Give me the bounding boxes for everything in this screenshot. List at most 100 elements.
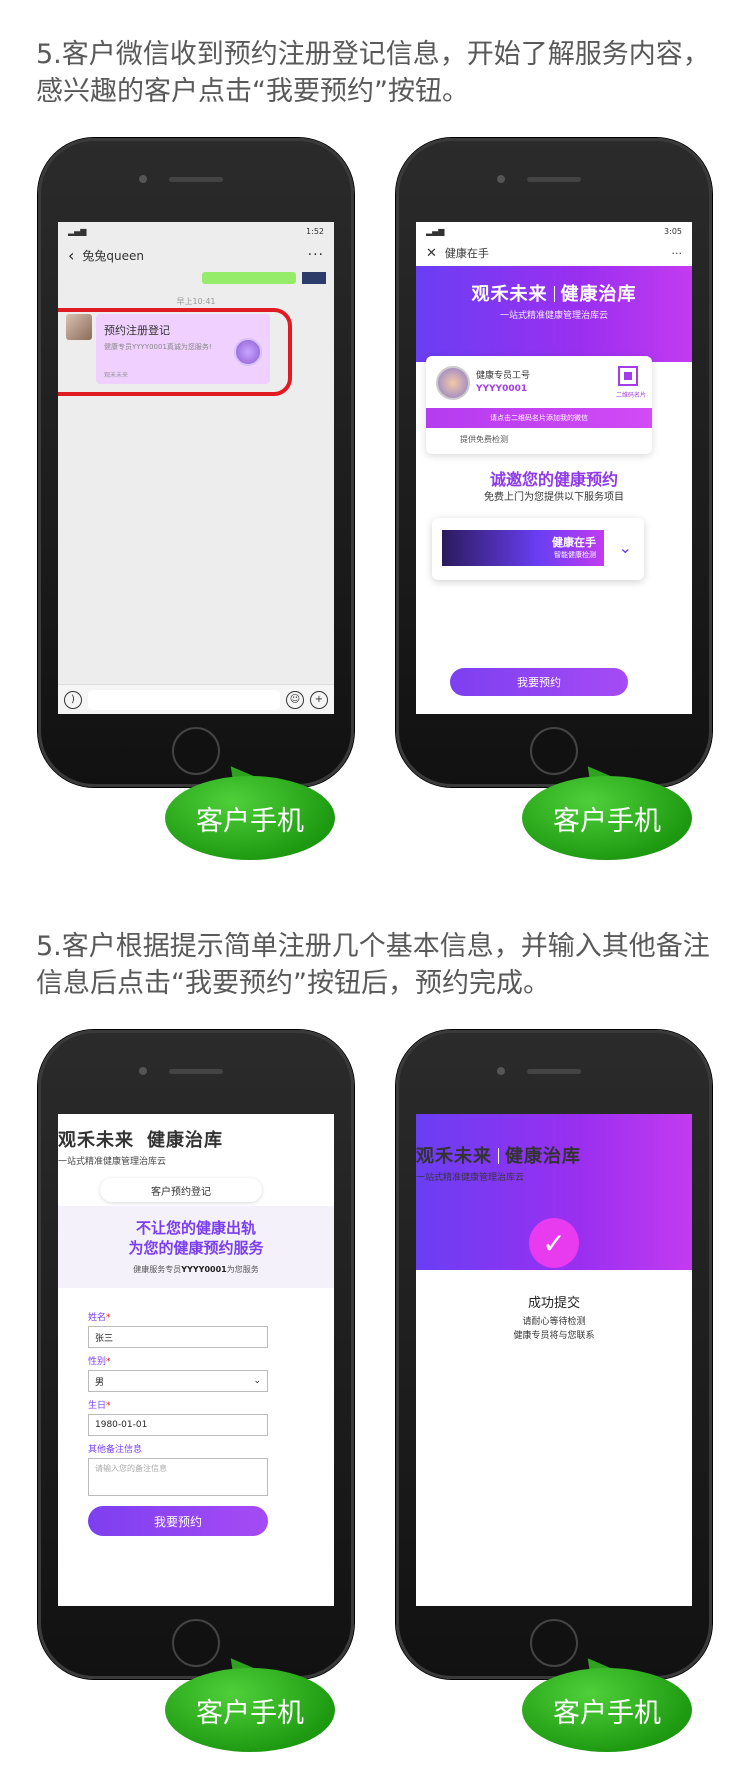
- bubble-label: 客户手机: [522, 1668, 692, 1752]
- brand-left: 观禾未来: [471, 284, 548, 305]
- speech-bubble: 客户手机: [165, 1644, 335, 1752]
- message-input[interactable]: [88, 689, 280, 710]
- brand-left: 观禾未来: [416, 1146, 492, 1167]
- signal-icon: ▂▄▆: [68, 226, 87, 236]
- chat-screen: ▂▄▆ 1:52 ‹ 兔兔queen ··· 早上10:41 预约注册登记 健康…: [58, 222, 334, 714]
- notes-label: 其他备注信息: [88, 1445, 143, 1455]
- specialist-card: 健康专员工号 YYYY0001 二维码名片 请点击二维码名片添加我的微信 提供免…: [426, 356, 652, 454]
- submit-button[interactable]: 我要预约: [88, 1506, 268, 1536]
- home-button[interactable]: [530, 727, 578, 775]
- more-icon[interactable]: ···: [308, 247, 324, 263]
- speaker-grille: [527, 1069, 581, 1074]
- camera-icon: [139, 175, 147, 183]
- invite-title: 诚邀您的健康预约: [489, 470, 618, 489]
- chat-input-bar: ) ☺ +: [58, 684, 334, 714]
- brand-title: 观禾未来 健康治库: [58, 1126, 334, 1152]
- book-button[interactable]: 我要预约: [450, 668, 628, 696]
- speech-bubble: 客户手机: [522, 752, 692, 860]
- bubble-label: 客户手机: [165, 1668, 335, 1752]
- success-screen: 观禾未来 健康治库 一站式精准健康管理治库云 ✓ 成功提交 请耐心等待检测 健康专…: [416, 1114, 692, 1606]
- speaker-grille: [169, 1069, 223, 1074]
- camera-icon: [497, 175, 505, 183]
- speech-bubble: 客户手机: [522, 1644, 692, 1752]
- more-icon[interactable]: ···: [672, 247, 683, 260]
- service-screen: ▂▄▆ 3:05 ✕ 健康在手 ··· 观禾未来 健康治库 一站式精准健康管理治库…: [416, 222, 692, 714]
- form-fields: 姓名* 张三 性别* 男 ⌄ 生日* 1980-01-01 其他备注信息 请输入您…: [88, 1304, 268, 1496]
- step2-heading: 5.客户根据提示简单注册几个基本信息，并输入其他备注信息后点击“我要预约”按钮后…: [36, 931, 710, 999]
- phone-form: 观禾未来 健康治库 一站式精准健康管理治库云 客户预约登记 不让您的健康出轨 为您…: [38, 1030, 354, 1679]
- phone-success: 观禾未来 健康治库 一站式精准健康管理治库云 ✓ 成功提交 请耐心等待检测 健康专…: [396, 1030, 712, 1679]
- voice-icon[interactable]: ): [64, 690, 82, 709]
- free-check-label: 提供免费检测: [460, 435, 508, 444]
- name-field[interactable]: 张三: [88, 1326, 268, 1348]
- invite-subtitle: 免费上门为您提供以下服务项目: [484, 492, 624, 503]
- gender-select[interactable]: 男 ⌄: [88, 1370, 268, 1392]
- home-button[interactable]: [530, 1619, 578, 1667]
- form-hero: 不让您的健康出轨 为您的健康预约服务 健康服务专员YYYY0001为您服务: [58, 1206, 334, 1288]
- page-title: 健康在手: [444, 247, 489, 260]
- brand-tagline: 一站式精准健康管理治库云: [58, 1157, 167, 1167]
- camera-icon: [497, 1067, 505, 1075]
- notes-field[interactable]: 请输入您的备注信息: [88, 1458, 268, 1496]
- name-label: 姓名*: [88, 1313, 111, 1323]
- success-message1: 请耐心等待检测: [522, 1317, 586, 1327]
- specialist-avatar: [436, 366, 470, 400]
- hero-line2: 为您的健康预约服务: [128, 1239, 264, 1257]
- phone-chat: ▂▄▆ 1:52 ‹ 兔兔queen ··· 早上10:41 预约注册登记 健康…: [38, 138, 354, 787]
- speaker-grille: [527, 177, 581, 182]
- brand-right: 健康治库: [147, 1130, 223, 1151]
- chevron-down-icon: ⌄: [253, 1376, 261, 1386]
- brand-banner: 观禾未来 健康治库 一站式精准健康管理治库云: [416, 266, 692, 362]
- specialist-label: 健康专员工号: [476, 371, 531, 381]
- brand-title: 观禾未来 健康治库: [416, 1142, 692, 1168]
- back-icon[interactable]: ‹: [68, 246, 74, 265]
- service-item[interactable]: 健康在手 智能健康检测 ⌄: [432, 518, 644, 580]
- service-navbar: ✕ 健康在手 ···: [416, 240, 692, 266]
- plus-icon[interactable]: +: [310, 690, 328, 709]
- service-name: 健康在手: [552, 536, 596, 549]
- hero-line3: 健康服务专员YYYY0001为您服务: [133, 1265, 259, 1274]
- brand-tagline: 一站式精准健康管理治库云: [499, 311, 608, 321]
- qr-hint: 请点击二维码名片添加我的微信: [426, 408, 652, 428]
- brand-tagline: 一站式精准健康管理治库云: [416, 1173, 525, 1183]
- bubble-label: 客户手机: [165, 776, 335, 860]
- status-bar: ▂▄▆ 1:52: [58, 222, 334, 240]
- camera-icon: [139, 1067, 147, 1075]
- status-time: 3:05: [664, 226, 682, 236]
- qr-code-icon[interactable]: [618, 366, 638, 386]
- highlight-ring: [58, 308, 292, 396]
- service-banner: 健康在手 智能健康检测: [442, 530, 604, 566]
- specialist-id: YYYY0001: [476, 384, 528, 394]
- birth-label: 生日*: [88, 1401, 111, 1411]
- self-avatar[interactable]: [302, 272, 326, 284]
- brand-right: 健康治库: [560, 284, 637, 305]
- chevron-down-icon[interactable]: ⌄: [619, 538, 632, 557]
- birth-field[interactable]: 1980-01-01: [88, 1414, 268, 1436]
- status-time: 1:52: [306, 226, 324, 236]
- sent-message[interactable]: [202, 272, 296, 284]
- chat-navbar: ‹ 兔兔queen ···: [58, 240, 334, 270]
- hero-line1: 不让您的健康出轨: [135, 1219, 256, 1237]
- form-screen: 观禾未来 健康治库 一站式精准健康管理治库云 客户预约登记 不让您的健康出轨 为您…: [58, 1114, 334, 1606]
- brand-left: 观禾未来: [58, 1130, 134, 1151]
- step1-heading: 5.客户微信收到预约注册登记信息，开始了解服务内容，感兴趣的客户点击“我要预约”…: [36, 39, 710, 107]
- phone-service: ▂▄▆ 3:05 ✕ 健康在手 ··· 观禾未来 健康治库 一站式精准健康管理治库…: [396, 138, 712, 787]
- qr-label: 二维码名片: [615, 392, 646, 399]
- status-bar: ▂▄▆ 3:05: [416, 222, 692, 240]
- success-title: 成功提交: [527, 1296, 580, 1311]
- gender-label: 性别*: [88, 1357, 111, 1367]
- success-message2: 健康专员将与您联系: [513, 1331, 595, 1341]
- brand-right: 健康治库: [505, 1146, 581, 1167]
- speech-bubble: 客户手机: [165, 752, 335, 860]
- close-icon[interactable]: ✕: [426, 246, 437, 261]
- speaker-grille: [169, 177, 223, 182]
- home-button[interactable]: [172, 727, 220, 775]
- home-button[interactable]: [172, 1619, 220, 1667]
- chat-timestamp: 早上10:41: [176, 297, 216, 306]
- emoji-icon[interactable]: ☺: [286, 690, 304, 709]
- chat-contact-name: 兔兔queen: [82, 248, 145, 263]
- signal-icon: ▂▄▆: [426, 226, 445, 236]
- brand-title: 观禾未来 健康治库: [416, 280, 692, 306]
- bubble-label: 客户手机: [522, 776, 692, 860]
- brand-banner: 观禾未来 健康治库 一站式精准健康管理治库云 ✓: [416, 1114, 692, 1270]
